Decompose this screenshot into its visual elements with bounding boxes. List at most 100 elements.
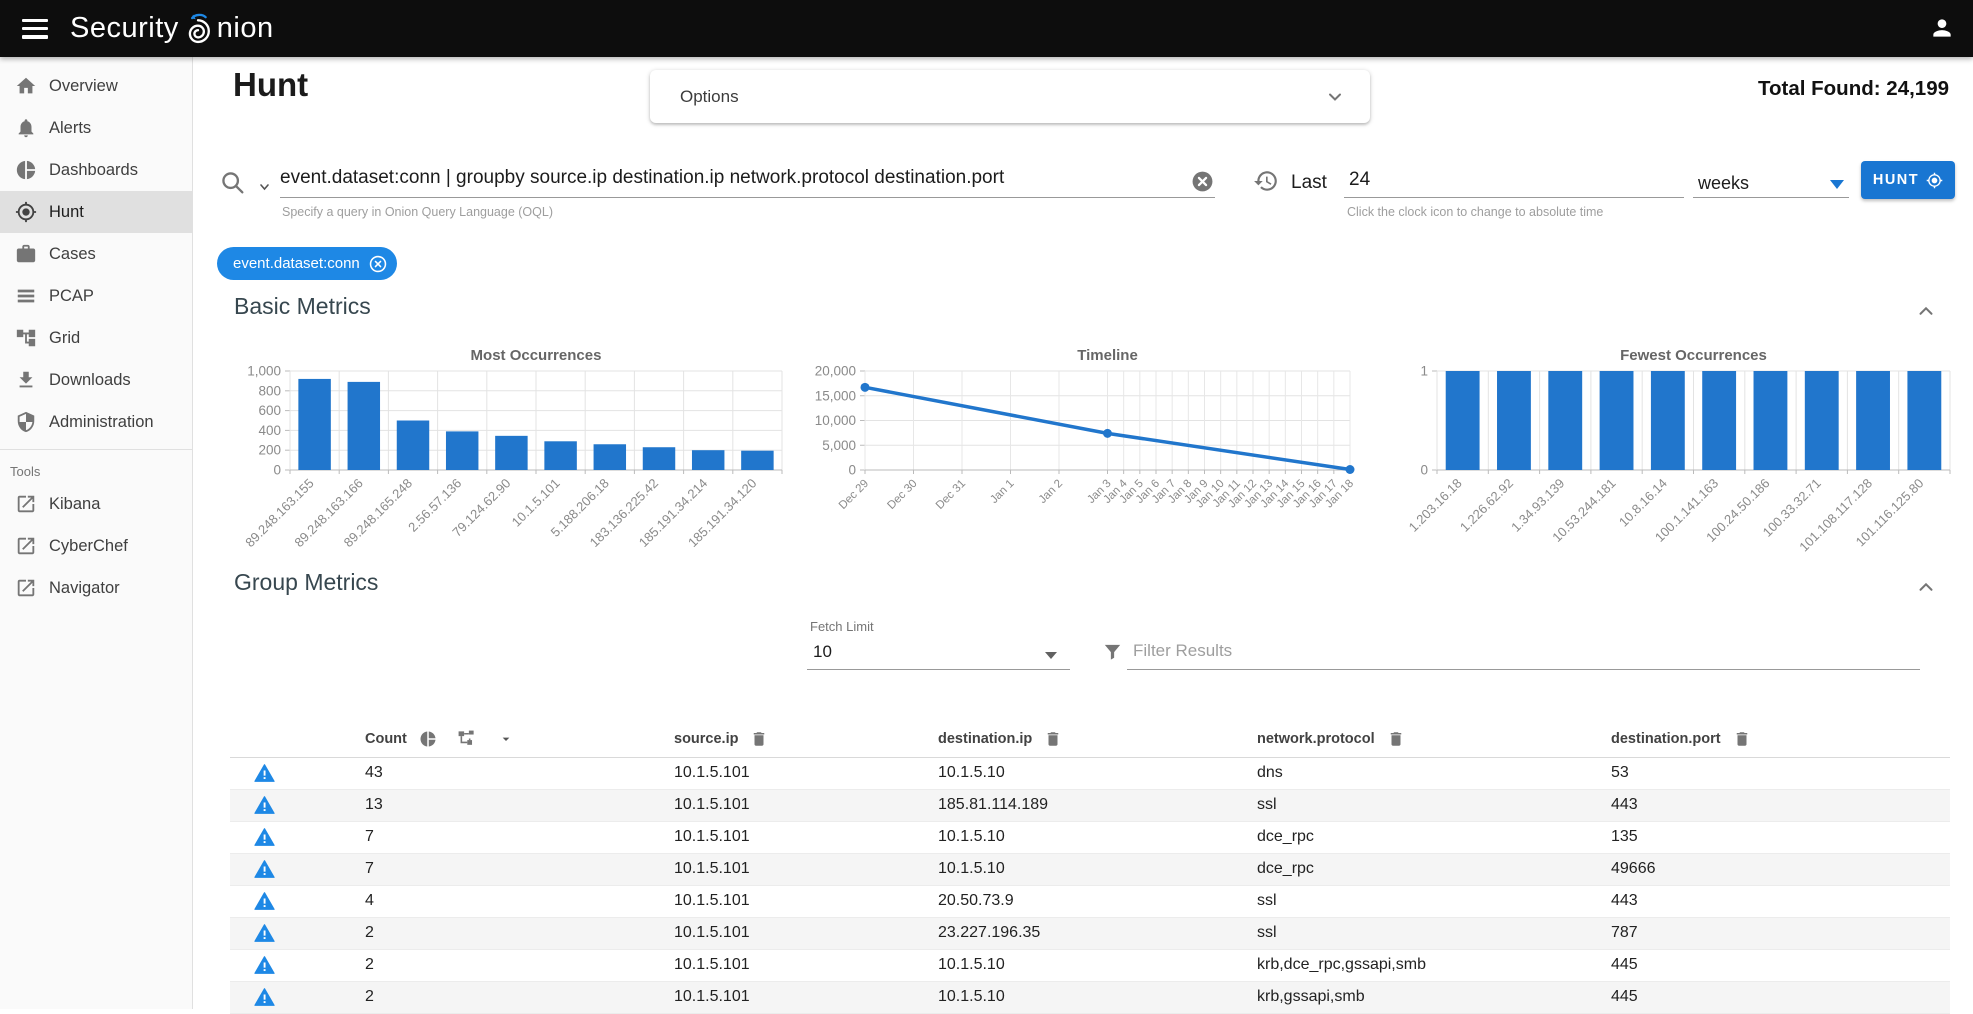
history-clock-icon[interactable] (1253, 168, 1279, 194)
tools-section-label: Tools (0, 456, 192, 483)
table-cell: 2 (365, 917, 674, 949)
hamburger-menu-icon[interactable] (22, 19, 48, 39)
row-action-cell[interactable] (230, 821, 365, 853)
trash-icon[interactable] (1733, 730, 1751, 748)
table-row[interactable]: 210.1.5.10123.227.196.35ssl787 (230, 917, 1950, 949)
svg-text:Jan 1: Jan 1 (988, 478, 1016, 506)
table-row[interactable]: 710.1.5.10110.1.5.10dce_rpc49666 (230, 853, 1950, 885)
row-action-warning-icon[interactable] (254, 892, 275, 911)
brand-text-suffix: nion (217, 12, 274, 45)
user-account-icon[interactable] (1929, 15, 1955, 41)
svg-text:10,000: 10,000 (815, 413, 856, 428)
table-cell: 443 (1611, 789, 1950, 821)
fetch-limit-select[interactable]: 10 (813, 642, 832, 662)
table-cell: ssl (1257, 917, 1611, 949)
time-range-last-label: Last (1291, 172, 1327, 194)
row-action-warning-icon[interactable] (254, 924, 275, 943)
sidebar-item-label: Kibana (49, 495, 100, 514)
sidebar-item-cyberchef[interactable]: CyberChef (0, 525, 192, 567)
svg-text:20,000: 20,000 (815, 364, 856, 379)
table-row[interactable]: 210.1.5.10110.1.5.10krb,dce_rpc,gssapi,s… (230, 949, 1950, 981)
rows-icon (15, 285, 37, 307)
hunt-button[interactable]: HUNT (1861, 161, 1955, 199)
column-header-network-protocol[interactable]: network.protocol (1257, 731, 1375, 747)
row-action-cell[interactable] (230, 757, 365, 789)
table-row[interactable]: 710.1.5.10110.1.5.10dce_rpc135 (230, 821, 1950, 853)
table-cell: 10.1.5.101 (674, 949, 938, 981)
trash-icon[interactable] (1387, 730, 1405, 748)
row-action-cell[interactable] (230, 853, 365, 885)
external-icon (15, 493, 37, 515)
table-cell: krb,gssapi,smb (1257, 981, 1611, 1013)
sidebar-item-alerts[interactable]: Alerts (0, 107, 192, 149)
trash-icon[interactable] (750, 730, 768, 748)
filter-funnel-icon (1101, 641, 1124, 664)
svg-text:400: 400 (258, 423, 281, 438)
query-input[interactable] (280, 167, 1185, 189)
table-cell: 185.81.114.189 (938, 789, 1257, 821)
column-header-destination-ip[interactable]: destination.ip (938, 731, 1032, 747)
row-action-cell[interactable] (230, 885, 365, 917)
table-cell: ssl (1257, 789, 1611, 821)
table-row[interactable]: 210.1.5.10110.1.5.10krb,gssapi,smb445 (230, 981, 1950, 1013)
svg-text:0: 0 (848, 463, 856, 478)
filter-results-input[interactable] (1133, 641, 1913, 661)
sidebar-nav: Overview Alerts Dashboards HuntCases PCAP Gri… (0, 57, 192, 443)
sidebar-item-grid[interactable]: Grid (0, 317, 192, 359)
column-header-destination-port[interactable]: destination.port (1611, 731, 1721, 747)
table-cell: dce_rpc (1257, 853, 1611, 885)
sidebar-item-label: CyberChef (49, 537, 128, 556)
query-history-caret-icon[interactable] (257, 181, 272, 193)
sidebar-item-cases[interactable]: Cases (0, 233, 192, 275)
fetch-limit-caret-icon[interactable] (1045, 652, 1057, 659)
units-caret-icon[interactable] (1830, 180, 1844, 189)
basic-metrics-collapse-icon[interactable] (1915, 300, 1937, 322)
table-cell: 43 (365, 757, 674, 789)
row-action-cell[interactable] (230, 789, 365, 821)
table-row[interactable]: 4310.1.5.10110.1.5.10dns53 (230, 757, 1950, 789)
table-row[interactable]: 410.1.5.10120.50.73.9ssl443 (230, 885, 1950, 917)
row-action-warning-icon[interactable] (254, 860, 275, 879)
row-action-warning-icon[interactable] (254, 764, 275, 783)
column-header-count[interactable]: Count (365, 731, 407, 747)
table-cell: 2 (365, 981, 674, 1013)
sidebar-item-navigator[interactable]: Navigator (0, 567, 192, 609)
row-action-warning-icon[interactable] (254, 796, 275, 815)
units-select[interactable]: weeks (1698, 173, 1749, 194)
sidebar-item-administration[interactable]: Administration (0, 401, 192, 443)
group-metrics-collapse-icon[interactable] (1915, 576, 1937, 598)
sidebar-item-downloads[interactable]: Downloads (0, 359, 192, 401)
row-action-cell[interactable] (230, 981, 365, 1013)
column-header-source-ip[interactable]: source.ip (674, 731, 738, 747)
row-action-warning-icon[interactable] (254, 828, 275, 847)
sidebar-item-label: Overview (49, 77, 118, 96)
svg-text:Dec 29: Dec 29 (837, 478, 871, 512)
sankey-toggle-icon[interactable] (457, 729, 476, 748)
sidebar-item-pcap[interactable]: PCAP (0, 275, 192, 317)
row-action-warning-icon[interactable] (254, 988, 275, 1007)
table-row[interactable]: 1310.1.5.101185.81.114.189ssl443 (230, 789, 1950, 821)
sidebar-item-label: PCAP (49, 287, 94, 306)
options-panel[interactable]: Options (650, 70, 1370, 123)
table-cell: 10.1.5.10 (938, 949, 1257, 981)
trash-icon[interactable] (1044, 730, 1062, 748)
column-menu-caret-icon[interactable] (498, 731, 514, 747)
sidebar-item-dashboards[interactable]: Dashboards (0, 149, 192, 191)
row-action-warning-icon[interactable] (254, 956, 275, 975)
filter-chip[interactable]: event.dataset:conn (217, 247, 397, 280)
row-action-cell[interactable] (230, 917, 365, 949)
svg-text:600: 600 (258, 403, 281, 418)
svg-text:5,000: 5,000 (822, 438, 856, 453)
sidebar-item-overview[interactable]: Overview (0, 65, 192, 107)
chip-close-icon[interactable] (368, 254, 388, 274)
duration-input[interactable] (1349, 169, 1649, 191)
sidebar-item-kibana[interactable]: Kibana (0, 483, 192, 525)
duration-hint: Click the clock icon to change to absolu… (1347, 205, 1603, 219)
svg-text:Most Occurrences: Most Occurrences (471, 347, 602, 364)
main-content: Hunt Options Total Found: 24,199 Specify… (193, 57, 1973, 1009)
sidebar-item-hunt[interactable]: Hunt (0, 191, 192, 233)
pie-chart-toggle-icon[interactable] (419, 730, 437, 748)
sidebar-item-label: Dashboards (49, 161, 138, 180)
row-action-cell[interactable] (230, 949, 365, 981)
clear-query-icon[interactable] (1191, 170, 1214, 193)
